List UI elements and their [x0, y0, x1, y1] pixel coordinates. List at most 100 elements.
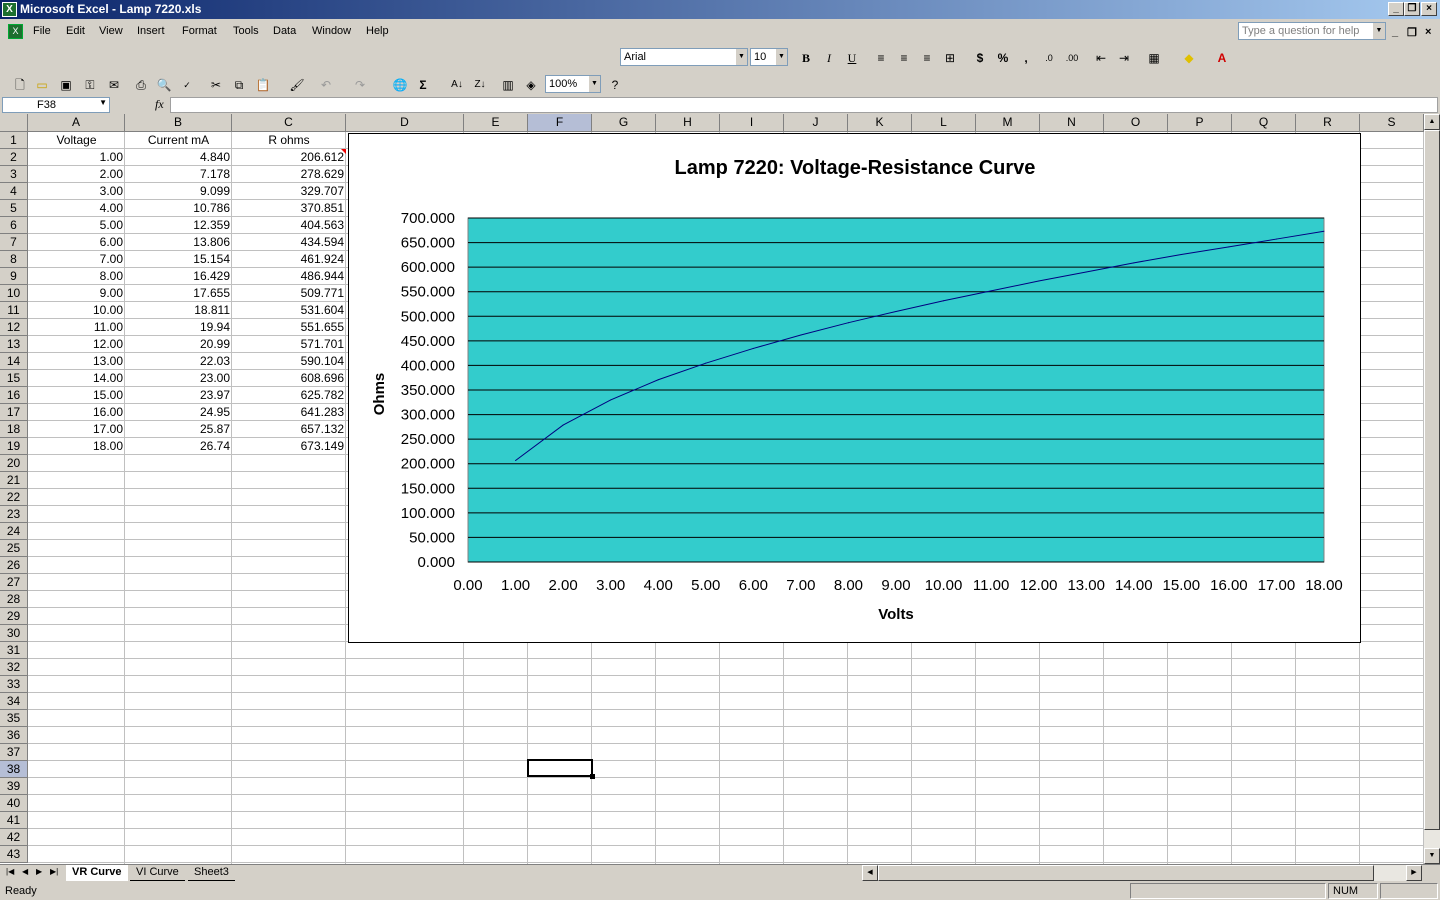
- hyperlink-icon[interactable]: 🌐: [390, 75, 410, 95]
- underline-icon[interactable]: U: [842, 48, 862, 68]
- font-name-select[interactable]: Arial ▼: [620, 48, 748, 66]
- menu-tools[interactable]: Tools: [233, 25, 259, 37]
- first-sheet-icon[interactable]: |◀: [6, 867, 14, 876]
- scroll-right-icon[interactable]: ▶: [1406, 865, 1422, 881]
- column-header-e[interactable]: E: [464, 114, 528, 132]
- table-cell[interactable]: 657.132: [232, 421, 346, 438]
- table-cell[interactable]: 370.851: [232, 200, 346, 217]
- table-cell[interactable]: 25.87: [125, 421, 232, 438]
- table-cell[interactable]: 4.00: [28, 200, 125, 217]
- scroll-thumb[interactable]: [1424, 130, 1440, 830]
- table-cell[interactable]: 10.00: [28, 302, 125, 319]
- scroll-down-icon[interactable]: ▼: [1424, 848, 1440, 864]
- workbook-minimize-button[interactable]: _: [1392, 26, 1398, 38]
- table-cell[interactable]: 7.00: [28, 251, 125, 268]
- row-header-32[interactable]: 32: [0, 659, 28, 676]
- row-header-9[interactable]: 9: [0, 268, 28, 285]
- table-cell[interactable]: 551.655: [232, 319, 346, 336]
- increase-decimal-icon[interactable]: .0: [1039, 48, 1059, 68]
- table-cell[interactable]: 13.806: [125, 234, 232, 251]
- header-cell-voltage[interactable]: Voltage: [28, 132, 125, 149]
- bold-icon[interactable]: B: [796, 48, 816, 68]
- row-header-8[interactable]: 8: [0, 251, 28, 268]
- last-sheet-icon[interactable]: ▶|: [50, 867, 58, 876]
- row-header-2[interactable]: 2: [0, 149, 28, 166]
- italic-icon[interactable]: I: [819, 48, 839, 68]
- sort-descending-icon[interactable]: Z↓: [470, 75, 490, 95]
- column-header-s[interactable]: S: [1360, 114, 1424, 132]
- autosum-icon[interactable]: Σ: [413, 75, 433, 95]
- row-header-20[interactable]: 20: [0, 455, 28, 472]
- table-cell[interactable]: 9.099: [125, 183, 232, 200]
- data-point[interactable]: [562, 424, 564, 426]
- copy-icon[interactable]: ⧉: [229, 75, 249, 95]
- table-cell[interactable]: 15.00: [28, 387, 125, 404]
- data-point[interactable]: [847, 322, 849, 324]
- help-icon[interactable]: ?: [605, 75, 625, 95]
- row-header-11[interactable]: 11: [0, 302, 28, 319]
- insert-function-icon[interactable]: fx: [155, 97, 164, 112]
- comma-style-icon[interactable]: ,: [1016, 48, 1036, 68]
- restore-button[interactable]: ❐: [1404, 2, 1420, 16]
- percent-icon[interactable]: %: [993, 48, 1013, 68]
- menu-file[interactable]: File: [33, 25, 51, 37]
- vertical-scrollbar[interactable]: ▲ ▼: [1424, 114, 1440, 864]
- row-header-27[interactable]: 27: [0, 574, 28, 591]
- header-cell-resistance[interactable]: R ohms: [232, 132, 346, 149]
- sort-ascending-icon[interactable]: A↓: [447, 75, 467, 95]
- row-header-12[interactable]: 12: [0, 319, 28, 336]
- menu-insert[interactable]: Insert: [137, 25, 165, 37]
- table-cell[interactable]: 15.154: [125, 251, 232, 268]
- h-scroll-thumb[interactable]: [878, 865, 1374, 881]
- workbook-icon[interactable]: X: [8, 24, 23, 39]
- data-point[interactable]: [657, 379, 659, 381]
- table-cell[interactable]: 16.429: [125, 268, 232, 285]
- table-cell[interactable]: 23.00: [125, 370, 232, 387]
- data-point[interactable]: [1228, 246, 1230, 248]
- table-cell[interactable]: 329.707: [232, 183, 346, 200]
- column-header-f[interactable]: F: [528, 114, 592, 132]
- permission-icon[interactable]: ⚿: [80, 75, 100, 95]
- table-cell[interactable]: 641.283: [232, 404, 346, 421]
- save-icon[interactable]: ▣: [56, 75, 76, 95]
- table-cell[interactable]: 531.604: [232, 302, 346, 319]
- header-cell-current[interactable]: Current mA: [125, 132, 232, 149]
- table-cell[interactable]: 5.00: [28, 217, 125, 234]
- data-point[interactable]: [1038, 280, 1040, 282]
- column-header-r[interactable]: R: [1296, 114, 1360, 132]
- scroll-left-icon[interactable]: ◀: [862, 865, 878, 881]
- column-header-i[interactable]: I: [720, 114, 784, 132]
- table-cell[interactable]: 26.74: [125, 438, 232, 455]
- column-header-h[interactable]: H: [656, 114, 720, 132]
- column-header-n[interactable]: N: [1040, 114, 1104, 132]
- data-point[interactable]: [800, 334, 802, 336]
- row-header-13[interactable]: 13: [0, 336, 28, 353]
- row-header-14[interactable]: 14: [0, 353, 28, 370]
- row-header-40[interactable]: 40: [0, 795, 28, 812]
- print-preview-icon[interactable]: 🔍: [154, 75, 174, 95]
- menu-help[interactable]: Help: [366, 25, 389, 37]
- next-sheet-icon[interactable]: ▶: [36, 867, 42, 876]
- table-cell[interactable]: 2.00: [28, 166, 125, 183]
- column-header-l[interactable]: L: [912, 114, 976, 132]
- table-cell[interactable]: 461.924: [232, 251, 346, 268]
- worksheet-grid[interactable]: ABCDEFGHIJKLMNOPQRS 1 2 3 4 5 6 7 8 9 10 11 12 13 14 1…: [0, 114, 1424, 864]
- currency-icon[interactable]: $: [970, 48, 990, 68]
- new-icon[interactable]: 🗋: [10, 75, 30, 95]
- table-cell[interactable]: 1.00: [28, 149, 125, 166]
- menu-format[interactable]: Format: [182, 25, 217, 37]
- row-header-21[interactable]: 21: [0, 472, 28, 489]
- table-cell[interactable]: 278.629: [232, 166, 346, 183]
- data-point[interactable]: [990, 290, 992, 292]
- data-point[interactable]: [1133, 262, 1135, 264]
- table-cell[interactable]: 18.00: [28, 438, 125, 455]
- align-center-icon[interactable]: ≡: [894, 48, 914, 68]
- table-cell[interactable]: 22.03: [125, 353, 232, 370]
- scroll-up-icon[interactable]: ▲: [1424, 114, 1440, 130]
- table-cell[interactable]: 3.00: [28, 183, 125, 200]
- row-header-23[interactable]: 23: [0, 506, 28, 523]
- decrease-indent-icon[interactable]: ⇤: [1091, 48, 1111, 68]
- row-header-17[interactable]: 17: [0, 404, 28, 421]
- row-header-22[interactable]: 22: [0, 489, 28, 506]
- chevron-down-icon[interactable]: ▼: [736, 49, 747, 65]
